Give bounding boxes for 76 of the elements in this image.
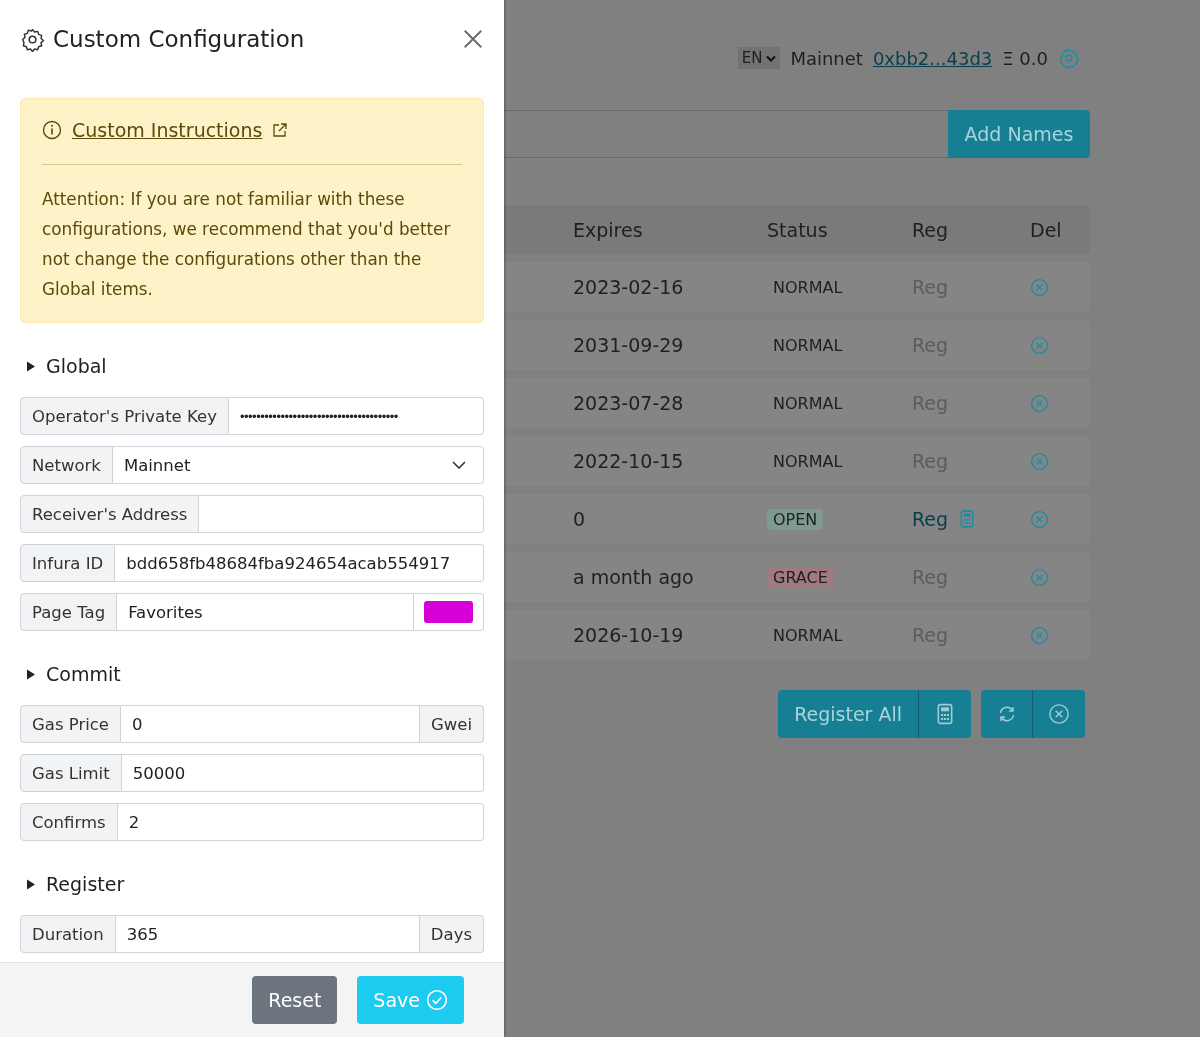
triangle-icon[interactable] (26, 667, 36, 681)
input-field[interactable]: Favorites (117, 593, 414, 631)
delete-icon[interactable] (1030, 393, 1049, 413)
register-all-button[interactable]: Register All (778, 690, 919, 738)
chevron-icon (452, 461, 466, 469)
instructions-link[interactable]: Custom Instructions (72, 119, 263, 141)
field-label: Receiver's Address (20, 495, 200, 533)
expires-cell-text: a month ago (573, 566, 695, 588)
delete-icon[interactable] (1030, 335, 1049, 355)
field-label: Gas Limit (20, 754, 122, 792)
status-label: NORMAL (772, 276, 844, 298)
clear-icon (1048, 703, 1070, 725)
add-names-button[interactable]: Add Names (948, 110, 1090, 158)
column-header: Del (1030, 218, 1063, 241)
field-label: Gas Price (20, 705, 121, 743)
field-label: Page Tag (20, 593, 118, 631)
triangle-icon[interactable] (26, 877, 36, 891)
clear-button[interactable] (1033, 690, 1085, 738)
input-field[interactable]: ••••••••••••••••••••••••••••••••••••••• (228, 397, 484, 435)
field-label: Duration (20, 915, 116, 953)
close-icon[interactable] (462, 28, 484, 50)
input-field[interactable]: 50000 (121, 754, 484, 792)
status-badge: GRACE (767, 566, 834, 588)
balance: Ξ 0.0 (1002, 47, 1048, 69)
warning-message: Attention: If you are not familiar with these configurations, we recommend that you'd better not change the configurations other than the Global items. (42, 188, 452, 301)
status-label: NORMAL (772, 624, 844, 646)
unit-label: Days (419, 915, 484, 953)
reset-button[interactable]: Reset (252, 976, 338, 1024)
color-picker[interactable] (414, 593, 484, 631)
section-title[interactable]: Register (46, 873, 125, 895)
input-field[interactable]: 0 (121, 705, 420, 743)
delete-icon[interactable] (1030, 567, 1049, 587)
chevron-icon (766, 54, 777, 62)
column-header: Status (767, 218, 829, 241)
expires-cell-text: 2023-07-28 (573, 392, 685, 414)
calculator-icon (937, 703, 953, 725)
external-link-icon[interactable] (272, 122, 289, 138)
field-label: Infura ID (20, 544, 116, 582)
check-circle-icon (426, 989, 448, 1011)
input-field[interactable]: 365 (115, 915, 420, 953)
expires-cell-text: 2022-10-15 (573, 450, 685, 472)
triangle-icon[interactable] (26, 359, 36, 373)
refresh-button[interactable] (981, 690, 1033, 738)
delete-icon[interactable] (1030, 451, 1049, 471)
language-select[interactable]: EN (737, 47, 781, 69)
calculator-icon[interactable] (960, 510, 975, 528)
column-header: Expires (573, 218, 644, 241)
input-field[interactable] (199, 495, 484, 533)
column-header: Reg (912, 218, 950, 241)
delete-icon[interactable] (1030, 277, 1049, 297)
status-label: NORMAL (772, 392, 844, 414)
field-label: Operator's Private Key (20, 397, 229, 435)
delete-icon[interactable] (1030, 509, 1049, 529)
network-select[interactable]: Mainnet (112, 446, 484, 484)
calculator-button[interactable] (919, 690, 971, 738)
field-label: Network (20, 446, 113, 484)
section-title[interactable]: Global (46, 355, 107, 377)
field-label: Confirms (20, 803, 118, 841)
account-link[interactable]: 0xbb2...43d3 (872, 47, 993, 69)
expires-cell-text: 2031-09-29 (573, 334, 685, 356)
status-badge: OPEN (767, 508, 824, 530)
reg-link[interactable]: Reg (912, 508, 949, 530)
delete-icon[interactable] (1030, 625, 1049, 645)
info-icon (42, 120, 62, 140)
section-title[interactable]: Commit (46, 663, 121, 685)
settings-icon (20, 26, 45, 52)
expires-cell-text: 2023-02-16 (573, 276, 685, 298)
expires-cell-text: 2026-10-19 (573, 624, 685, 646)
status-label: NORMAL (772, 450, 844, 472)
expires-cell-text: 0 (573, 508, 587, 530)
input-field[interactable]: 2 (117, 803, 484, 841)
drawer-title: Custom Configuration (53, 26, 306, 52)
unit-label: Gwei (419, 705, 484, 743)
input-field[interactable]: bdd658fb48684fba924654acab554917 (115, 544, 484, 582)
status-label: NORMAL (772, 334, 844, 356)
network-name: Mainnet (790, 47, 863, 69)
